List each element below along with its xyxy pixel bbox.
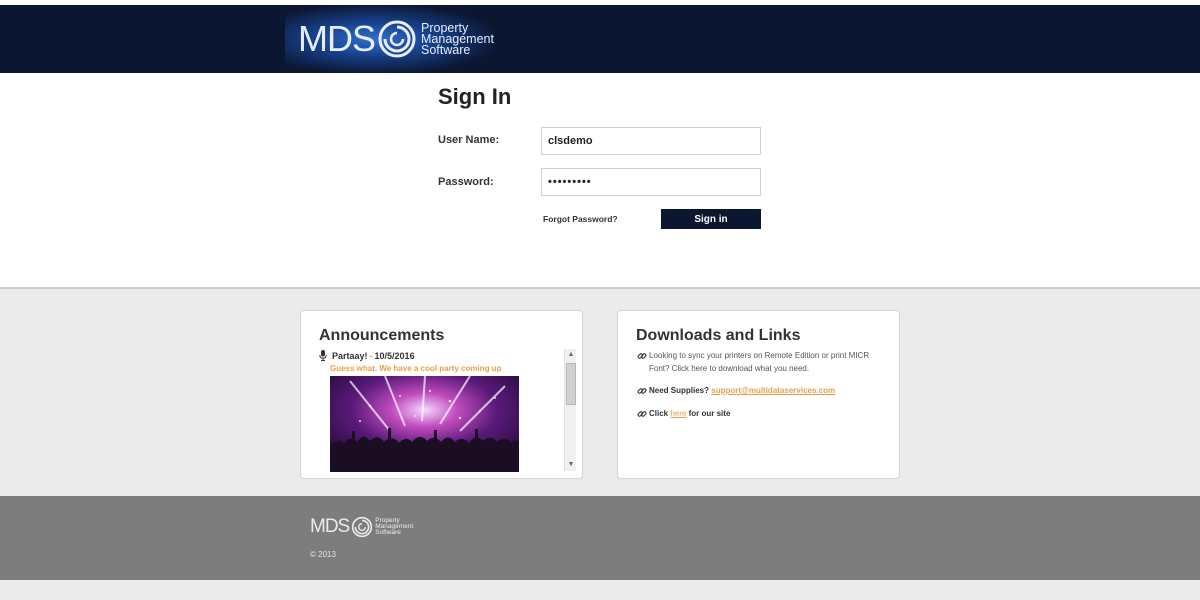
chain-link-icon xyxy=(637,388,647,394)
supplies-prefix: Need Supplies? xyxy=(649,386,710,395)
announcement-title: Partaay! xyxy=(332,350,368,361)
supplies-item: Need Supplies? support@multidataservices… xyxy=(637,385,835,398)
download-item-line-1: Looking to sync your printers on Remote … xyxy=(649,351,870,360)
footer-logo: MDS Property Management Software xyxy=(310,516,413,538)
footer-logo-wordmark: MDS xyxy=(310,516,350,537)
scroll-up-arrow-icon[interactable]: ▲ xyxy=(565,349,577,361)
footer-swirl-logo-icon xyxy=(352,516,373,538)
announcement-date: 10/5/2016 xyxy=(374,350,415,361)
signin-button[interactable]: Sign in xyxy=(661,209,761,229)
site-link-prefix: Click xyxy=(649,409,669,418)
swirl-logo-icon xyxy=(378,20,416,58)
download-item-micr[interactable]: Looking to sync your printers on Remote … xyxy=(637,350,869,375)
announcements-title: Announcements xyxy=(319,327,445,344)
chain-link-icon xyxy=(637,411,647,417)
logo-tagline: Property Management Software xyxy=(421,21,494,57)
username-label: User Name: xyxy=(438,134,500,146)
here-link[interactable]: here xyxy=(670,408,686,421)
support-email-link[interactable]: support@multidataservices.com xyxy=(711,385,835,398)
site-footer: MDS Property Management Software xyxy=(0,496,1200,580)
copyright-text: © 2013 xyxy=(310,550,336,559)
mds-logo[interactable]: MDS Property Management Software xyxy=(298,16,494,62)
site-header: MDS Property Management Software xyxy=(0,5,1200,73)
announcements-scrollbar[interactable]: ▲ ▼ xyxy=(564,349,576,471)
announcement-body: Guess what. We have a cool party coming … xyxy=(330,364,502,373)
forgot-password-link[interactable]: Forgot Password? xyxy=(543,214,618,224)
announcement-dash: - xyxy=(369,350,373,361)
footer-logo-line-3: Software xyxy=(375,529,401,536)
announcement-heading: Partaay! - 10/5/2016 xyxy=(319,350,415,361)
footer-logo-tagline: Property Management Software xyxy=(375,517,413,536)
announcements-list[interactable]: Partaay! - 10/5/2016 Guess what. We have… xyxy=(317,348,579,472)
logo-wordmark: MDS xyxy=(298,18,376,59)
chain-link-icon xyxy=(637,353,647,359)
password-input[interactable] xyxy=(541,168,761,196)
site-link-item: Click here for our site xyxy=(637,408,730,421)
panel-divider xyxy=(0,287,1200,289)
downloads-card: Downloads and Links Looking to sync your… xyxy=(617,310,900,479)
concert-crowd-image xyxy=(330,376,519,472)
logo-line-3: Software xyxy=(421,42,471,57)
microphone-icon xyxy=(319,350,327,361)
download-item-line-2: Font? Click here to download what you ne… xyxy=(649,363,810,373)
downloads-title: Downloads and Links xyxy=(636,327,801,344)
signin-title: Sign In xyxy=(438,84,512,109)
scroll-thumb[interactable] xyxy=(566,363,576,405)
site-link-suffix: for our site xyxy=(688,409,731,418)
password-label: Password: xyxy=(438,176,494,188)
announcements-card: Announcements Partaay! - 10/5/2016 Guess… xyxy=(300,310,583,479)
scroll-down-arrow-icon[interactable]: ▼ xyxy=(565,459,577,471)
username-input[interactable] xyxy=(541,127,761,155)
